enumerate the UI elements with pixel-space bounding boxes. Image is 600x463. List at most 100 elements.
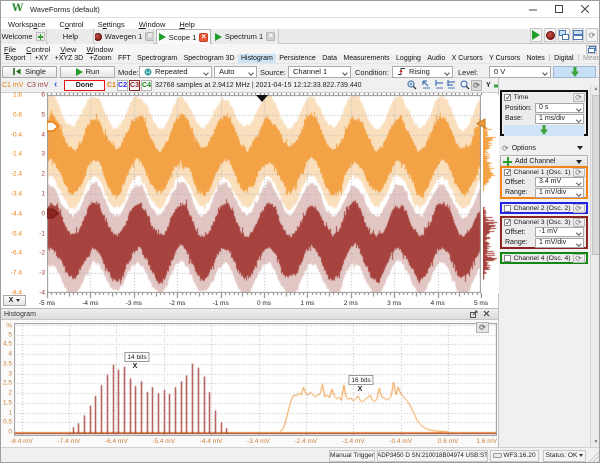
tab-help[interactable]: Help: [48, 29, 94, 44]
scope-menu-view[interactable]: View: [56, 44, 82, 54]
condition-select[interactable]: Rising: [392, 66, 453, 78]
scroll-up-icon[interactable]: ▲: [592, 85, 600, 94]
channel-1-lock-icon[interactable]: ⟳: [573, 168, 585, 177]
toolbar-item--zoom[interactable]: +Zoom: [86, 54, 114, 63]
toolbar-item-spectrogram-3d[interactable]: Spectrogram 3D: [180, 54, 237, 63]
run-button[interactable]: Run: [60, 66, 115, 78]
toolbar-item-notes[interactable]: Notes: [523, 54, 548, 63]
toolbar-item-measurements[interactable]: Measurements: [340, 54, 393, 63]
trigger-auto-select[interactable]: Auto: [214, 66, 257, 78]
apply-level-button[interactable]: [553, 66, 596, 78]
autoscale-icon[interactable]: ⟳: [471, 80, 482, 91]
toolbar-item-data[interactable]: Data: [319, 54, 340, 63]
single-button[interactable]: Single: [2, 66, 57, 78]
channel-3-offset-select[interactable]: -1 mV: [535, 227, 584, 237]
channel-3-checkbox[interactable]: [504, 219, 511, 226]
run-all-icon[interactable]: [530, 28, 542, 42]
source-select[interactable]: Channel 1: [288, 66, 351, 78]
level-input[interactable]: 0 V: [489, 66, 551, 78]
menu-help[interactable]: Help: [172, 18, 201, 29]
histogram-panel-header[interactable]: Histogram: [0, 309, 498, 320]
mode-select[interactable]: H Repeated: [139, 66, 212, 78]
zoom-select-icon[interactable]: [422, 80, 431, 91]
time-checkbox[interactable]: [504, 94, 511, 101]
zoom-out-icon[interactable]: [460, 80, 470, 92]
menu-window[interactable]: Window: [132, 18, 173, 29]
collapse-left-icon[interactable]: ‹: [54, 79, 57, 90]
histogram-canvas[interactable]: [14, 323, 497, 436]
scroll-down-icon[interactable]: ▼: [592, 438, 600, 447]
tab-spectrum-1[interactable]: Spectrum 1×: [212, 29, 279, 44]
channel-c3-button[interactable]: C3: [129, 80, 140, 91]
channel-4-lock-icon[interactable]: ⟳: [573, 254, 585, 263]
channel-3-lock-icon[interactable]: ⟳: [573, 218, 585, 227]
toolbar-item-histogram[interactable]: Histogram: [238, 54, 276, 63]
histogram-lock-icon[interactable]: ⟳: [476, 322, 489, 333]
close-button[interactable]: [572, 0, 598, 17]
minimize-button[interactable]: [520, 0, 546, 17]
zoom-y-icon[interactable]: [447, 80, 456, 91]
channel-1-checkbox[interactable]: [504, 169, 511, 176]
toolbar-item-digital[interactable]: Digital: [551, 54, 577, 63]
settings-scrollbar[interactable]: ▲ ▼: [590, 85, 600, 447]
toolbar-item-x-cursors[interactable]: X Cursors: [448, 54, 486, 63]
add-icon[interactable]: [36, 32, 45, 41]
cascade-windows-icon[interactable]: [558, 28, 570, 42]
y-axis-button[interactable]: Y: [486, 82, 491, 89]
zoom-in-icon[interactable]: [407, 80, 417, 92]
menu-workspace[interactable]: Workspace: [1, 18, 52, 29]
toolbar-item-spectrogram[interactable]: Spectrogram: [134, 54, 180, 63]
tab-welcome[interactable]: Welcome: [0, 29, 47, 44]
scope-menu-window[interactable]: Window: [82, 44, 119, 54]
zoom-x-icon[interactable]: [435, 80, 444, 91]
tab-scope-1[interactable]: Scope 1×: [156, 29, 211, 44]
undock-panel-icon[interactable]: [469, 310, 478, 319]
toolbar-item-persistence[interactable]: Persistence: [276, 54, 319, 63]
toolbar-item-export[interactable]: Export: [2, 54, 29, 63]
trigger-level-marker[interactable]: [476, 118, 486, 130]
toolbar-item-y-cursors[interactable]: Y Cursors: [486, 54, 523, 63]
menu-settings[interactable]: Settings: [91, 18, 132, 29]
toolbar-item-audio[interactable]: Audio: [424, 54, 448, 63]
tab-wavegen-1[interactable]: Wavegen 1×: [95, 29, 154, 44]
annotation-14-bits[interactable]: 14 bits: [124, 352, 149, 362]
x-axis-button[interactable]: X: [3, 295, 26, 306]
channel-2-checkbox[interactable]: [504, 205, 511, 212]
status-ok[interactable]: Status: OK: [543, 450, 586, 462]
record-icon[interactable]: [544, 28, 556, 42]
restore-window-icon[interactable]: [586, 45, 597, 54]
trigger-position-marker[interactable]: [256, 95, 268, 102]
tab-close-icon[interactable]: ×: [145, 32, 154, 41]
done-status-button[interactable]: Done: [64, 80, 105, 91]
tile-windows-icon[interactable]: [572, 28, 584, 42]
menu-control[interactable]: Control: [52, 18, 90, 29]
channel-1-range-select[interactable]: 1 mV/div: [535, 188, 584, 198]
scope-waveform-canvas[interactable]: [47, 95, 481, 293]
channel-1-offset-select[interactable]: 3.4 mV: [535, 177, 584, 187]
time-apply-area[interactable]: [504, 125, 584, 136]
help-swirl-icon[interactable]: ⟳: [586, 28, 598, 42]
c3-offset-marker[interactable]: [47, 208, 59, 220]
position-select[interactable]: 0 s: [535, 103, 584, 113]
scope-menu-file[interactable]: File: [0, 44, 22, 54]
tab-close-icon[interactable]: ×: [266, 32, 275, 41]
c1-offset-marker[interactable]: [47, 121, 59, 133]
toolbar-item--xy[interactable]: +XY: [32, 54, 52, 63]
toolbar-item-fft[interactable]: FFT: [115, 54, 134, 63]
channel-c1-button[interactable]: C1: [107, 82, 116, 89]
channel-c2-button[interactable]: C2: [117, 80, 128, 91]
scope-menu-control[interactable]: Control: [22, 44, 56, 54]
close-panel-icon[interactable]: [482, 310, 491, 319]
channel-c4-button[interactable]: C4: [141, 80, 152, 91]
maximize-button[interactable]: [546, 0, 572, 17]
toolbar-item--xyz-3d[interactable]: +XYZ 3D: [51, 54, 86, 63]
resize-grip[interactable]: [589, 452, 599, 462]
time-lock-icon[interactable]: ⟳: [573, 93, 585, 102]
annotation-16-bits[interactable]: 16 bits: [348, 375, 373, 385]
channel-2-lock-icon[interactable]: ⟳: [573, 204, 585, 213]
tab-close-icon[interactable]: ×: [199, 33, 208, 42]
scrollbar-thumb[interactable]: [592, 95, 600, 255]
base-select[interactable]: 1 ms/div: [535, 114, 584, 124]
channel-4-checkbox[interactable]: [504, 255, 511, 262]
options-row[interactable]: ⟳ Options: [500, 142, 588, 154]
